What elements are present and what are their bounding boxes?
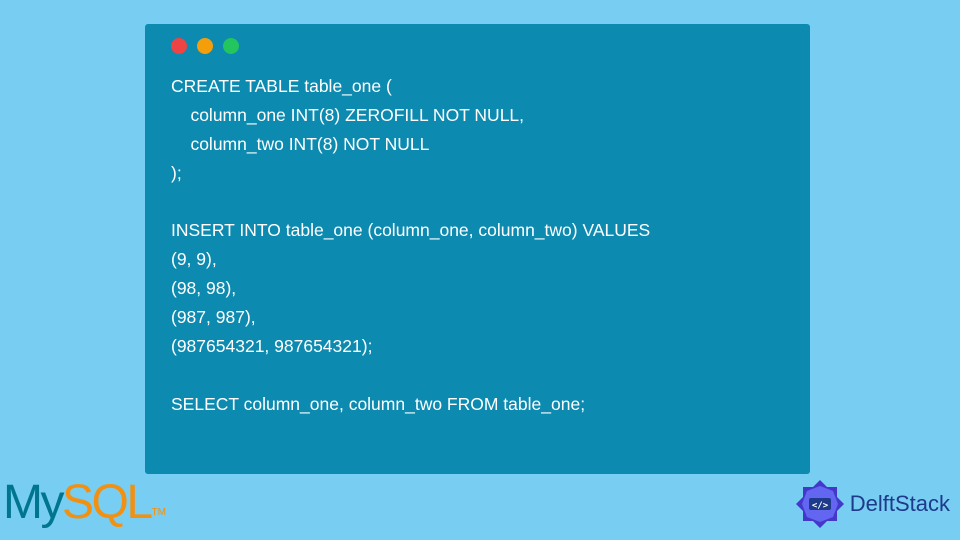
mysql-my-text: My — [3, 475, 62, 530]
svg-text:</>: </> — [812, 501, 829, 511]
delftstack-text: DelftStack — [850, 491, 950, 517]
traffic-lights — [145, 24, 810, 60]
close-icon — [171, 38, 187, 54]
maximize-icon — [223, 38, 239, 54]
delftstack-logo: </> DelftStack — [794, 478, 950, 530]
delftstack-icon: </> — [794, 478, 846, 530]
mysql-sql-text: SQL — [62, 475, 151, 530]
minimize-icon — [197, 38, 213, 54]
code-content: CREATE TABLE table_one ( column_one INT(… — [145, 60, 810, 431]
mysql-trademark: TM — [152, 507, 166, 518]
code-window: CREATE TABLE table_one ( column_one INT(… — [145, 24, 810, 474]
mysql-logo: MySQLTM — [3, 475, 166, 530]
